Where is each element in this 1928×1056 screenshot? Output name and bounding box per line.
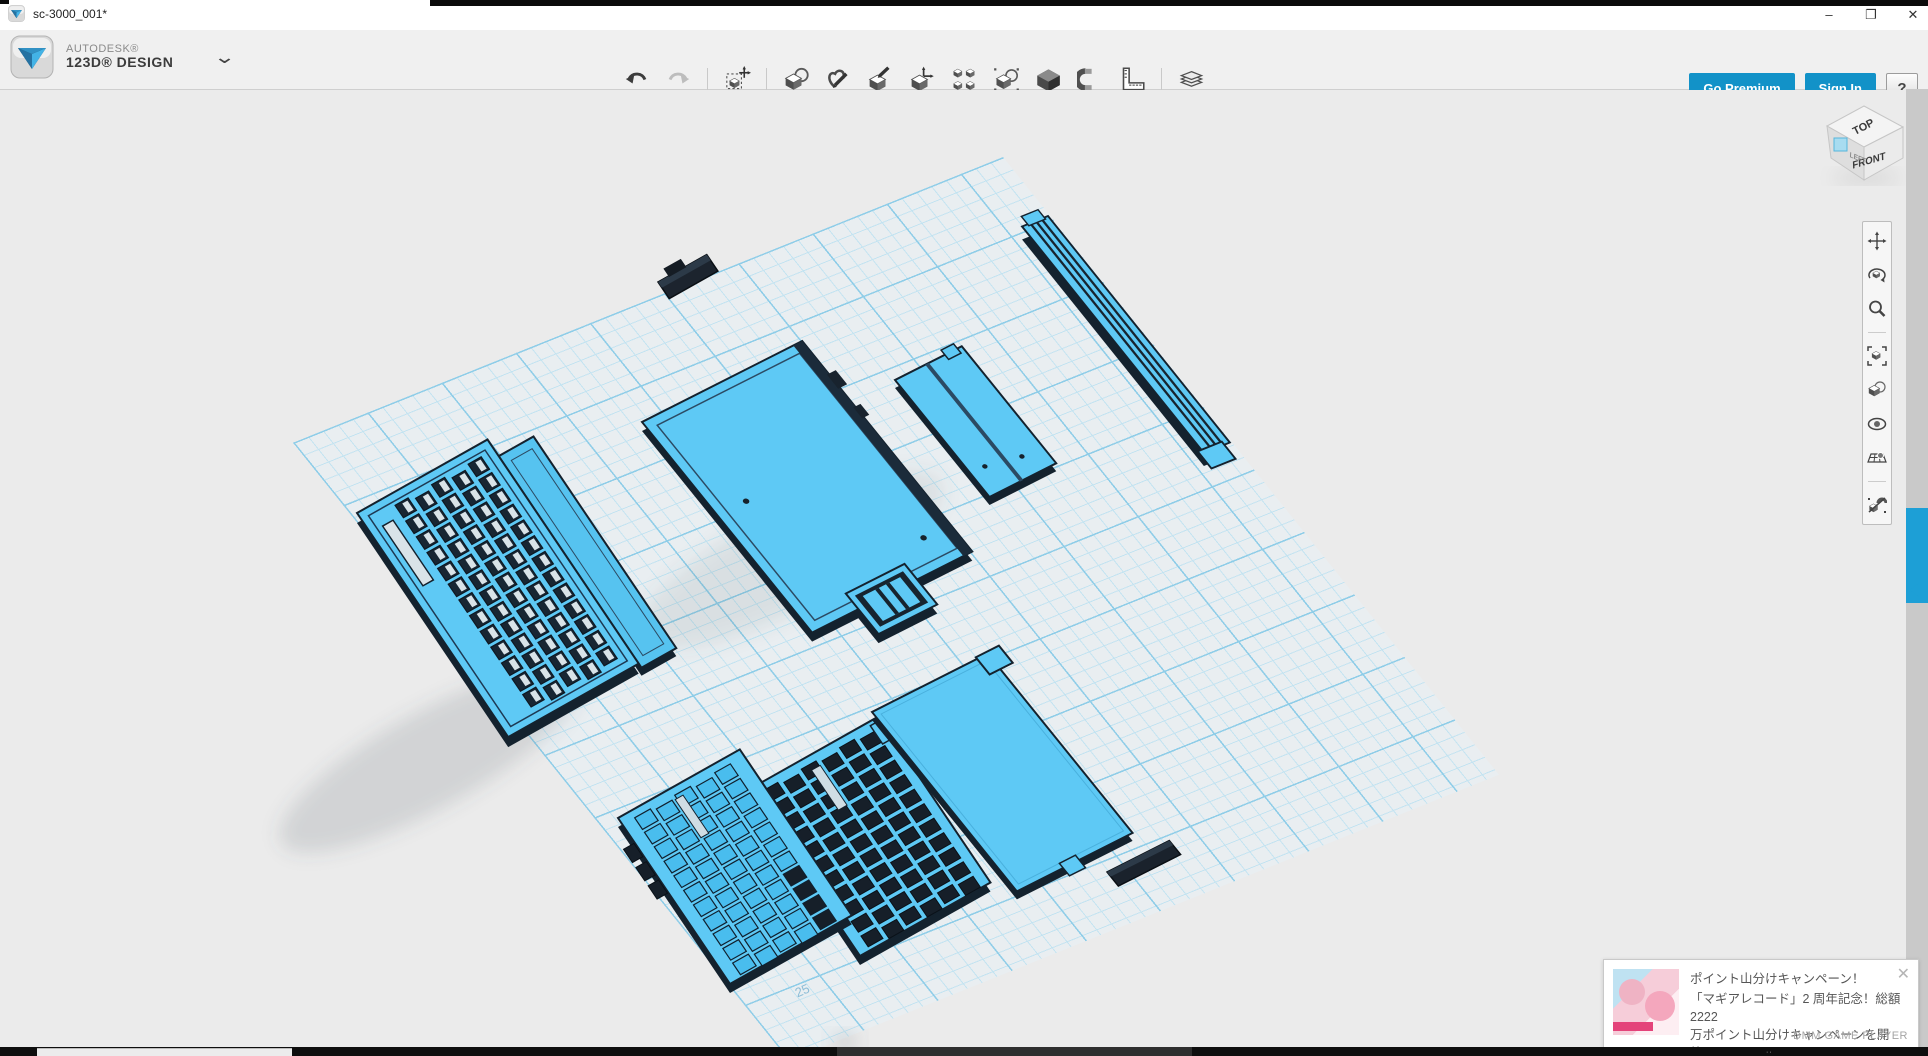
grid-display-button[interactable]	[1866, 447, 1888, 469]
taskbar-sliver: ··	[0, 1047, 1928, 1056]
snap-icon	[1077, 66, 1104, 93]
navigation-toolbar	[1862, 221, 1892, 525]
document-tab[interactable]: sc-3000_001*	[8, 5, 107, 22]
pan-icon	[1867, 231, 1887, 251]
undo-icon	[623, 66, 650, 93]
sketch-icon	[825, 66, 852, 93]
long-rail-bar[interactable]	[1012, 208, 1241, 468]
small-black-clip[interactable]	[653, 247, 718, 299]
nav-separator	[1868, 481, 1886, 482]
app-window: sc-3000_001* – ❐ ✕ AUTODESK® 123D® DESIG…	[0, 0, 1928, 1056]
orbit-button[interactable]	[1866, 264, 1888, 286]
viewport-3d[interactable]: 25	[0, 90, 1928, 1047]
hide-show-icon	[1867, 414, 1887, 434]
zoom-icon	[1867, 299, 1887, 319]
screen-edge-strip	[1906, 89, 1928, 1047]
fit-view-icon	[1867, 346, 1887, 366]
ad-thumbnail[interactable]	[1613, 969, 1679, 1035]
construct-icon	[867, 66, 894, 93]
view-cube-corner-highlight[interactable]	[1834, 138, 1847, 151]
taskbar-clock-sliver: ··	[1766, 1049, 1788, 1055]
close-button[interactable]: ✕	[1904, 7, 1922, 23]
panel-expand-arrow[interactable]	[1910, 583, 1919, 597]
app-icon	[8, 5, 25, 22]
taskbar-light-segment	[37, 1048, 292, 1056]
primitives-icon	[783, 66, 810, 93]
model-scene	[0, 90, 1928, 1047]
snap-toggle-button[interactable]	[1866, 494, 1888, 516]
grid-origin-puck	[833, 1034, 857, 1047]
brand-123d-design: 123D® DESIGN	[66, 55, 173, 70]
transform-icon	[724, 66, 751, 93]
measure-icon	[1119, 66, 1146, 93]
redo-icon	[665, 66, 692, 93]
minimize-button[interactable]: –	[1820, 7, 1838, 23]
hide-show-button[interactable]	[1866, 413, 1888, 435]
ad-title[interactable]: ポイント山分けキャンペーン！	[1690, 968, 1890, 987]
main-toolbar: AUTODESK® 123D® DESIGN ⌄ ˇˇˇˇˇˇˇˇˇˇˇ Go …	[0, 30, 1928, 90]
view-cube[interactable]: TOP FRONT LEFT	[1818, 102, 1910, 186]
fit-view-button[interactable]	[1866, 345, 1888, 367]
combine-icon	[1035, 66, 1062, 93]
window-frame-corner	[0, 0, 9, 4]
pan-button[interactable]	[1866, 230, 1888, 252]
maximize-button[interactable]: ❐	[1862, 7, 1880, 23]
app-menu-dropdown[interactable]: ⌄	[214, 47, 237, 68]
grouping-icon	[993, 66, 1020, 93]
pattern-icon	[951, 66, 978, 93]
orbit-icon	[1867, 265, 1887, 285]
material-icon	[1178, 66, 1205, 93]
display-mode-icon	[1867, 380, 1887, 400]
ad-popup[interactable]: ポイント山分けキャンペーン！ 「マギアレコード」2 周年記念！総額2222万ポイ…	[1603, 959, 1919, 1049]
grid-display-icon	[1867, 448, 1887, 468]
ad-close-icon[interactable]: ✕	[1897, 964, 1910, 984]
app-logo-icon	[10, 35, 54, 79]
window-frame-edge	[430, 0, 1928, 6]
snap-toggle-icon	[1867, 495, 1887, 515]
app-brand: AUTODESK® 123D® DESIGN ⌄	[10, 35, 232, 79]
zoom-button[interactable]	[1866, 298, 1888, 320]
modify-icon	[909, 66, 936, 93]
ad-brand-label: DMM GAME PLAYER	[1793, 1030, 1908, 1042]
taskbar-dark-segment	[837, 1047, 1192, 1056]
nav-separator	[1868, 332, 1886, 333]
display-mode-button[interactable]	[1866, 379, 1888, 401]
document-title: sc-3000_001*	[33, 7, 107, 21]
